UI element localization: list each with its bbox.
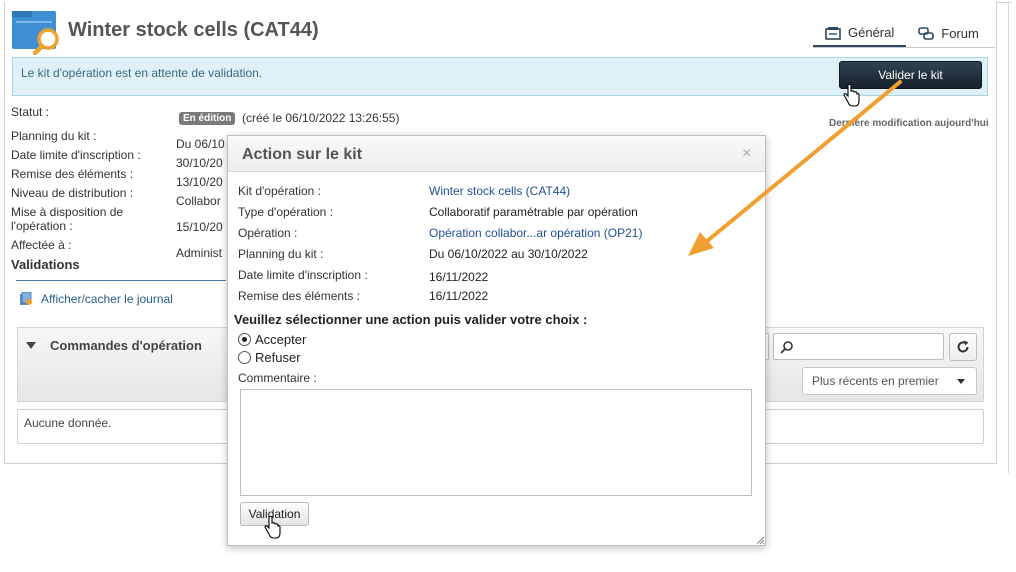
dialog-title: Action sur le kit [242,146,363,163]
validations-divider [16,280,226,281]
field-value-distribution: Collabor [176,194,221,208]
refresh-button[interactable] [949,333,977,361]
hand-cursor-icon [843,84,860,107]
field-value-deadline: 30/10/20 [176,156,223,170]
last-modified: Dernière modification aujourd'hui [829,118,989,129]
status-label: Statut : [11,105,50,119]
tab-forum[interactable]: Forum [906,20,991,47]
dialog-label-planning: Planning du kit : [238,247,324,261]
catalog-search-icon [12,11,59,55]
dialog-label-operation: Opération : [238,226,298,240]
dialog-value-operation-link[interactable]: Opération collabor...ar opération (OP21) [429,226,642,240]
dialog-value-delivery: 16/11/2022 [429,289,489,303]
search-icon [780,341,793,354]
journal-link-label: Afficher/cacher le journal [41,292,173,306]
tab-bar: Général Forum [813,20,991,48]
resize-grip-icon[interactable] [755,535,765,545]
commands-title: Commandes d'opération [50,338,202,353]
radio-accept[interactable]: Accepter [238,332,306,347]
no-data-text: Aucune donnée. [24,416,112,430]
forum-icon [918,26,935,40]
comment-textarea[interactable] [240,389,752,496]
dialog-label-deadline: Date limite d'inscription : [238,268,368,282]
field-label-availability: Mise à disposition de [11,205,124,219]
collapse-triangle-icon [26,342,36,349]
dialog-value-planning: Du 06/10/2022 au 30/10/2022 [429,247,588,261]
comment-label: Commentaire : [238,371,317,385]
dialog-value-deadline: 16/11/2022 [429,270,489,284]
sort-select-value: Plus récents en premier [812,374,939,388]
field-label-assigned: Affectée à : [11,238,72,252]
filter-field-edge[interactable] [766,333,769,360]
commands-header[interactable]: Commandes d'opération [26,338,202,353]
tab-forum-label: Forum [941,26,979,41]
journal-icon [20,292,32,305]
field-label-distribution: Niveau de distribution : [11,186,134,200]
field-label-planning: Planning du kit : [11,129,97,143]
field-label-availability-2: l'opération : [11,219,73,233]
toggle-journal-link[interactable]: Afficher/cacher le journal [19,292,173,306]
validate-kit-button[interactable]: Valider le kit [839,61,982,89]
dialog-label-delivery: Remise des éléments : [238,289,361,303]
radio-refuse-control[interactable] [238,351,251,364]
general-icon [825,26,841,40]
close-icon[interactable]: × [742,145,751,163]
status-badge: En édition [179,112,236,125]
tab-general[interactable]: Général [813,20,907,47]
radio-refuse-label: Refuser [255,350,301,365]
validations-title: Validations [11,257,80,272]
dialog-instruction: Veuillez sélectionner une action puis va… [234,312,588,327]
dialog-label-type: Type d'opération : [238,205,334,219]
chevron-down-icon [957,379,965,384]
tab-underline [813,47,995,48]
banner-text: Le kit d'opération est en attente de val… [21,66,263,80]
radio-accept-label: Accepter [255,332,307,347]
tab-general-label: Général [848,25,895,40]
status-created: (créé le 06/10/2022 13:26:55) [242,111,400,125]
dialog-value-type: Collaboratif paramétrable par opération [429,205,638,219]
page-title: Winter stock cells (CAT44) [68,19,319,41]
radio-accept-control[interactable] [238,333,251,346]
dialog-header[interactable]: Action sur le kit × [228,136,765,172]
action-dialog: Action sur le kit × Kit d'opération : Wi… [227,135,766,546]
dialog-label-kit: Kit d'opération : [238,184,322,198]
hand-cursor-icon-2 [264,516,281,539]
search-input[interactable] [773,333,944,360]
sort-select[interactable]: Plus récents en premier [802,367,977,395]
field-label-delivery: Remise des éléments : [11,167,134,181]
dialog-value-kit-link[interactable]: Winter stock cells (CAT44) [429,184,570,198]
field-label-deadline: Date limite d'inscription : [11,148,141,162]
field-value-assigned: Administ [176,246,223,260]
field-value-delivery: 13/10/20 [176,175,223,189]
right-border [1008,3,1009,473]
radio-refuse[interactable]: Refuser [238,350,301,365]
refresh-icon [957,340,969,353]
field-value-availability: 15/10/20 [176,220,223,234]
field-value-planning: Du 06/10 [176,137,225,151]
